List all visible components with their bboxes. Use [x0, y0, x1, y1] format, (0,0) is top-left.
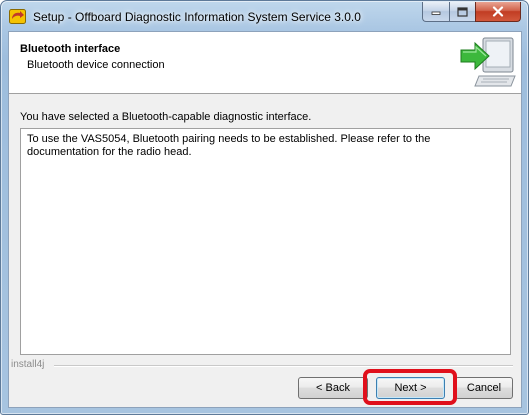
header-subtitle: Bluetooth device connection	[27, 59, 165, 71]
wizard-header: Bluetooth interface Bluetooth device con…	[9, 32, 521, 94]
minimize-button[interactable]	[422, 2, 449, 22]
footer-divider	[54, 365, 513, 367]
install4j-label: install4j	[11, 359, 45, 370]
wizard-body: Bluetooth interface Bluetooth device con…	[8, 31, 522, 408]
minimize-icon	[431, 11, 441, 15]
message-line-1: To use the VAS5054, Bluetooth pairing ne…	[27, 133, 431, 145]
window-title: Setup - Offboard Diagnostic Information …	[33, 10, 361, 24]
cancel-button[interactable]: Cancel	[455, 377, 513, 399]
header-title: Bluetooth interface	[20, 43, 121, 55]
next-button[interactable]: Next >	[376, 377, 445, 399]
caption-buttons	[422, 2, 521, 22]
close-icon	[492, 6, 504, 17]
title-bar[interactable]: Setup - Offboard Diagnostic Information …	[1, 1, 528, 31]
computer-arrow-icon	[460, 37, 516, 87]
back-button[interactable]: < Back	[298, 377, 368, 399]
info-text: You have selected a Bluetooth-capable di…	[20, 111, 312, 123]
maximize-icon	[457, 6, 468, 17]
message-text-area: To use the VAS5054, Bluetooth pairing ne…	[20, 128, 511, 355]
close-button[interactable]	[475, 2, 521, 22]
setup-window: Setup - Offboard Diagnostic Information …	[0, 0, 529, 415]
maximize-button[interactable]	[449, 2, 475, 22]
setup-app-icon	[9, 9, 26, 24]
brand-row: install4j	[9, 359, 521, 371]
message-line-2: documentation for the radio head.	[27, 146, 192, 158]
